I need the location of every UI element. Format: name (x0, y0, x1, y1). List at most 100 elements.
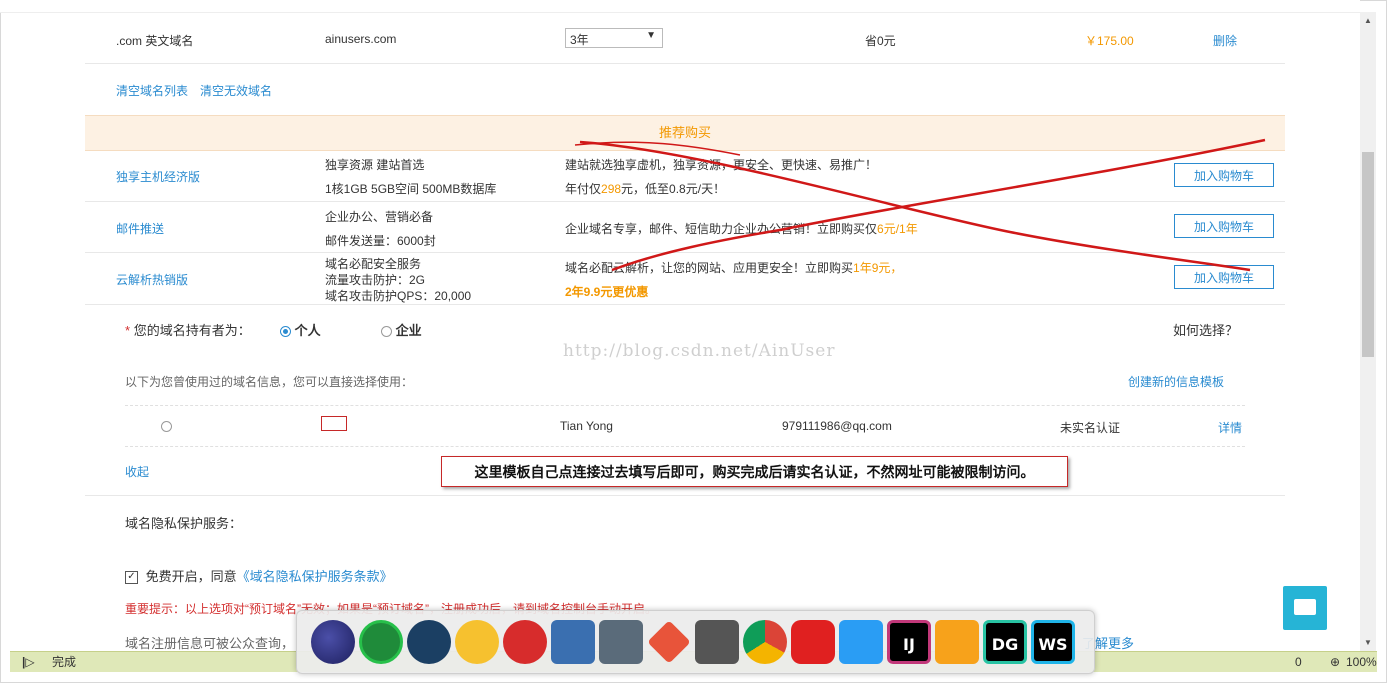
domain-name: ainusers.com (325, 32, 397, 46)
annotation-callout: 这里模板自己点连接过去填写后即可，购买完成后请实名认证，不然网址可能被限制访问。 (441, 456, 1068, 487)
rec-name[interactable]: 邮件推送 (116, 220, 164, 237)
recommend-header: 推荐购买 (85, 115, 1285, 151)
holder-label-text: 您的域名持有者为： (133, 323, 251, 338)
template-name: Tian Yong (560, 419, 613, 433)
redacted-box (321, 416, 347, 431)
rec-item: 邮件推送 企业办公、营销必备 邮件发送量：6000封 企业域名专享，邮件、短信助… (85, 202, 1285, 253)
period-value: 3年 (570, 33, 589, 47)
rec-desc-part: 域名必配云解析，让您的网站、应用更安全！立即购买 (565, 261, 854, 275)
webstorm-icon[interactable]: WS (1031, 620, 1075, 664)
template-radio[interactable] (161, 419, 172, 433)
add-to-cart-button[interactable]: 加入购物车 (1174, 214, 1274, 238)
privacy-terms-link[interactable]: 《域名隐私保护服务条款》 (237, 569, 393, 584)
domain-price: ￥175.00 (1085, 34, 1134, 48)
period-select[interactable]: 3年 ▼ (565, 28, 663, 48)
rec-price: 298 (601, 182, 622, 196)
chevron-down-icon: ▼ (646, 30, 656, 41)
dock: IJ DG WS (296, 610, 1095, 674)
netease-music-icon[interactable] (791, 620, 835, 664)
scroll-down-icon[interactable]: ▼ (1364, 638, 1372, 647)
radio-icon[interactable] (280, 326, 291, 338)
zoom-icon[interactable]: ⊕ (1330, 652, 1340, 672)
zoom-level[interactable]: 100% (1346, 652, 1377, 672)
checkbox-checked-icon[interactable]: ✓ (125, 571, 138, 585)
required-mark: * (125, 323, 131, 338)
upwork-icon[interactable] (359, 620, 403, 664)
rec-item: 云解析热销版 域名必配安全服务 流量攻击防护：2G 域名攻击防护QPS：20,0… (85, 253, 1285, 305)
order-content: .com 英文域名 ainusers.com 3年 ▼ 省0元 ￥175.00 … (85, 12, 1285, 652)
rec-spec: 域名必配安全服务 (325, 257, 422, 271)
chat-button[interactable] (1283, 586, 1327, 630)
divider (85, 495, 1285, 496)
datagrip-icon[interactable]: DG (983, 620, 1027, 664)
clear-list-link[interactable]: 清空域名列表 (116, 82, 188, 99)
radio-company-label: 企业 (395, 323, 422, 338)
collapse-link[interactable]: 收起 (125, 463, 149, 480)
yellow-app-icon[interactable] (455, 620, 499, 664)
scroll-up-icon[interactable]: ▲ (1364, 16, 1372, 25)
lock-app-icon[interactable] (695, 620, 739, 664)
privacy-checkbox-row[interactable]: ✓ 免费开启，同意《域名隐私保护服务条款》 (125, 566, 393, 585)
chrome-icon[interactable] (743, 620, 787, 664)
chat-icon (1294, 599, 1316, 615)
rec-name[interactable]: 云解析热销版 (116, 271, 188, 288)
page: { "domain_row": { "type": ".com 英文域名", "… (0, 0, 1387, 683)
saving-text: 省0元 (865, 34, 896, 48)
intellij-icon[interactable]: IJ (887, 620, 931, 664)
rec-desc-part: 元，低至0.8元/天！ (621, 182, 726, 196)
scroll-thumb[interactable] (1362, 152, 1374, 357)
privacy-info: 域名注册信息可被公众查询， (125, 636, 295, 651)
domain-row: .com 英文域名 ainusers.com 3年 ▼ 省0元 ￥175.00 … (85, 12, 1285, 64)
rec-name[interactable]: 独享主机经济版 (116, 168, 200, 185)
virtualbox-icon[interactable] (551, 620, 595, 664)
divider (85, 304, 1285, 305)
add-to-cart-button[interactable]: 加入购物车 (1174, 265, 1274, 289)
clear-invalid-link[interactable]: 清空无效域名 (200, 82, 272, 99)
template-status: 未实名认证 (1060, 421, 1121, 435)
eclipse-icon[interactable] (311, 620, 355, 664)
privacy-free-label: 免费开启，同意 (145, 569, 237, 584)
template-row: Tian Yong 979111986@qq.com 未实名认证 详情 (85, 406, 1285, 446)
domain-type: .com 英文域名 (116, 34, 194, 48)
rec-desc: 企业域名专享，邮件、短信助力企业办公营销！立即购买仅6元/1年 (565, 220, 918, 237)
add-to-cart-button[interactable]: 加入购物车 (1174, 163, 1274, 187)
steam-icon[interactable] (407, 620, 451, 664)
rec-spec: 独享资源 建站首选 (325, 158, 425, 172)
status-count: 0 (1295, 655, 1302, 669)
radio-personal-label: 个人 (294, 323, 321, 338)
rec-desc-part: 年付仅 (565, 182, 602, 196)
radio-icon[interactable] (161, 421, 172, 433)
template-email: 979111986@qq.com (782, 419, 892, 433)
used-info-text: 以下为您曾使用过的域名信息，您可以直接选择使用： (125, 375, 414, 389)
red-app-icon[interactable] (503, 620, 547, 664)
watermark: http://blog.csdn.net/AinUser (563, 341, 836, 361)
rec-price: 1年9元， (853, 261, 903, 275)
create-template-link[interactable]: 创建新的信息模板 (1128, 373, 1224, 390)
radio-personal[interactable]: 个人 (280, 320, 321, 339)
rec-promo: 2年9.9元更优惠 (565, 285, 649, 299)
dingtalk-icon[interactable] (839, 620, 883, 664)
status-text: 完成 (52, 655, 77, 669)
radio-icon[interactable] (381, 326, 392, 338)
rec-spec: 1核1GB 5GB空间 500MB数据库 (325, 182, 497, 196)
rec-desc: 域名必配云解析，让您的网站、应用更安全！立即购买1年9元， (565, 259, 902, 276)
rec-desc-part: 企业域名专享，邮件、短信助力企业办公营销！立即购买仅 (565, 222, 878, 236)
sidebar-toggle-icon[interactable]: |▷ (22, 652, 35, 672)
rec-spec: 域名攻击防护QPS：20,000 (325, 289, 472, 303)
detail-link[interactable]: 详情 (1218, 419, 1242, 436)
hotel-app-icon[interactable] (935, 620, 979, 664)
rec-desc: 建站就选独享虚机，独享资源，更安全、更快速、易推广！ (565, 158, 878, 172)
rec-spec: 企业办公、营销必备 (325, 210, 434, 224)
divider (125, 446, 1245, 447)
holder-label: * 您的域名持有者为： (125, 320, 251, 339)
delete-link[interactable]: 删除 (1213, 32, 1237, 49)
rec-spec: 流量攻击防护：2G (325, 273, 426, 287)
how-to-choose[interactable]: 如何选择？ (1173, 320, 1238, 339)
terminal-icon[interactable] (599, 620, 643, 664)
rec-price: 6元/1年 (877, 222, 918, 236)
privacy-title: 域名隐私保护服务： (125, 516, 243, 531)
vertical-scrollbar[interactable]: ▲ ▼ (1360, 12, 1376, 652)
git-icon[interactable] (647, 620, 691, 664)
radio-company[interactable]: 企业 (381, 320, 422, 339)
rec-spec: 邮件发送量：6000封 (325, 234, 436, 248)
